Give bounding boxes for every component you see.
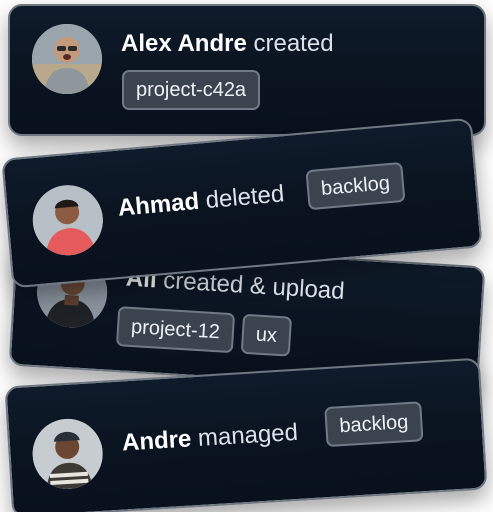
user-name: Ahmad [116,187,201,222]
user-name: Alex Andre [121,30,247,57]
activity-text-ahmad: Ahmad deleted [117,180,286,222]
action-text: created [253,30,334,57]
tag-list: project-12 ux [115,306,293,357]
tag-list: backlog [305,161,406,211]
action-text: managed [197,418,299,452]
activity-text-andre: Andre managed [121,419,298,458]
activity-card-alex-andre[interactable]: Alex Andre created project-c42a [8,4,486,136]
tag-list: backlog [324,401,424,448]
action-text: deleted [204,180,286,215]
tag-project-12[interactable]: project-12 [115,306,236,354]
user-name: Andre [121,425,193,457]
avatar-ahmad [29,182,106,259]
activity-text-alex-andre: Alex Andre created [121,30,334,58]
tag-list: project-c42a [122,70,261,110]
tag-ux[interactable]: ux [240,313,293,357]
activity-feed-stack: Ali created & upload project-12 ux Alex … [0,0,493,512]
avatar-alex-andre [32,24,102,94]
person-with-cap-avatar-icon [30,416,105,491]
person-with-glasses-avatar-icon [32,24,102,94]
tag-backlog[interactable]: backlog [305,161,406,211]
tag-backlog[interactable]: backlog [324,401,424,448]
person-with-red-shirt-avatar-icon [29,182,106,259]
activity-card-andre[interactable]: Andre managed backlog [4,357,488,512]
tag-project-c42a[interactable]: project-c42a [122,70,261,110]
avatar-andre [30,416,105,491]
